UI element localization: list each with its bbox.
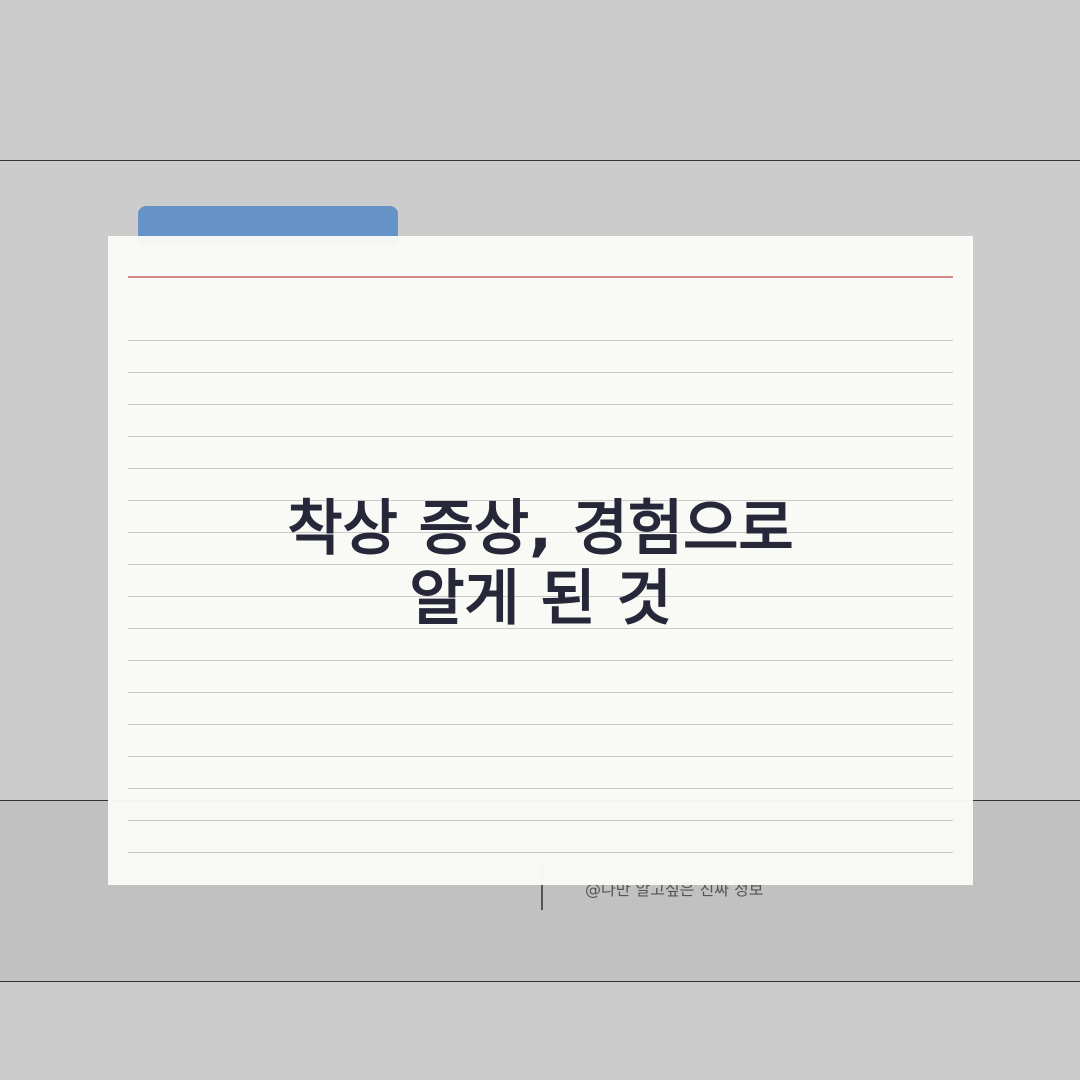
title-line-2: 알게 된 것: [409, 564, 672, 634]
ruled-line: [128, 820, 953, 821]
title-line-1: 착상 증상, 경험으로: [287, 494, 794, 564]
ruled-line: [128, 724, 953, 725]
page-title: 착상 증상, 경험으로 알게 된 것: [108, 494, 973, 634]
ruled-line: [128, 436, 953, 437]
ruled-line: [128, 340, 953, 341]
top-divider-line: [0, 160, 1080, 161]
ruled-line: [128, 404, 953, 405]
footer-bottom-line: [0, 981, 1080, 982]
ruled-line: [128, 756, 953, 757]
note-header-line: [128, 276, 953, 278]
ruled-line: [128, 372, 953, 373]
ruled-line: [128, 692, 953, 693]
ruled-line: [128, 852, 953, 853]
ruled-line: [128, 660, 953, 661]
ruled-line: [128, 788, 953, 789]
ruled-line: [128, 468, 953, 469]
lined-note-card: 착상 증상, 경험으로 알게 된 것: [108, 236, 973, 885]
